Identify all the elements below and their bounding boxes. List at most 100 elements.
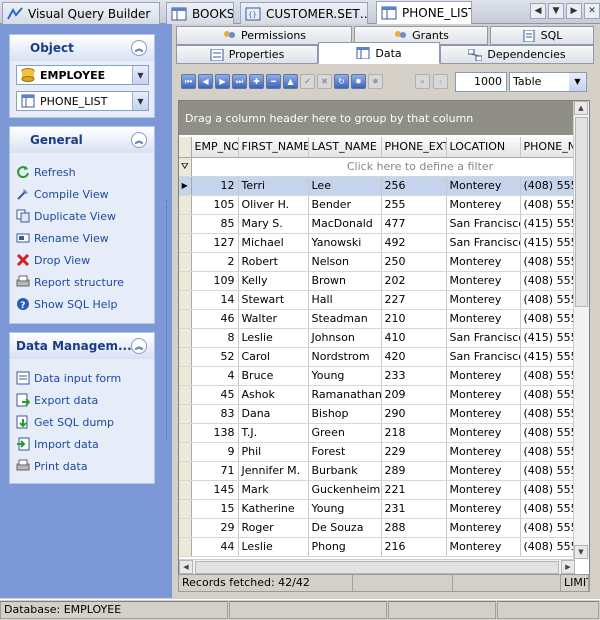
table-cell[interactable]: 138 <box>191 423 239 443</box>
table-cell[interactable]: 290 <box>381 404 447 424</box>
table-cell[interactable]: Stewart <box>238 290 309 310</box>
table-cell[interactable]: (408) 555-1 <box>520 252 575 272</box>
bookmark-button[interactable]: ✸ <box>351 74 366 89</box>
table-cell[interactable]: Burbank <box>308 461 382 481</box>
table-cell[interactable]: Monterey <box>446 309 521 329</box>
chevron-down-icon[interactable]: ▼ <box>132 66 148 84</box>
table-row[interactable]: 44LesliePhong216Monterey(408) 555-1 <box>179 537 575 557</box>
table-cell[interactable]: 256 <box>381 176 447 196</box>
row-indicator[interactable] <box>179 309 192 329</box>
table-cell[interactable]: 29 <box>191 518 239 538</box>
refresh-link[interactable]: Refresh <box>16 163 76 181</box>
table-cell[interactable]: (408) 555-1 <box>520 461 575 481</box>
row-indicator[interactable] <box>179 233 192 253</box>
data-input-form-link[interactable]: Data input form <box>16 369 121 387</box>
table-row[interactable]: 105Oliver H.Bender255Monterey(408) 555-1 <box>179 195 575 215</box>
horizontal-scroll-thumb[interactable] <box>195 561 559 574</box>
show-sql-help-link[interactable]: ? Show SQL Help <box>16 295 118 313</box>
general-group-header[interactable]: General ︽ <box>10 127 154 153</box>
column-header[interactable]: PHONE_EXT <box>381 137 447 158</box>
post-edit-button[interactable]: ✔ <box>300 74 315 89</box>
table-cell[interactable]: 45 <box>191 385 239 405</box>
tab-visual-query-builder[interactable]: Visual Query Builder <box>2 2 160 24</box>
table-cell[interactable]: Roger <box>238 518 309 538</box>
table-row[interactable]: 138T.J.Green218Monterey(408) 555-1 <box>179 423 575 443</box>
refresh-data-button[interactable]: ↻ <box>334 74 349 89</box>
tab-customer-set[interactable]: {} CUSTOMER.SET… <box>240 2 368 24</box>
table-cell[interactable]: Kelly <box>238 271 309 291</box>
horizontal-scrollbar[interactable]: ◀ ▶ <box>179 559 575 575</box>
table-cell[interactable]: Forest <box>308 442 382 462</box>
object-group-header[interactable]: Object ︽ <box>10 35 154 61</box>
table-cell[interactable]: 83 <box>191 404 239 424</box>
table-cell[interactable]: Monterey <box>446 461 521 481</box>
row-indicator[interactable]: ▶ <box>179 176 192 196</box>
table-cell[interactable]: Guckenheimer <box>308 480 382 500</box>
table-cell[interactable]: Monterey <box>446 404 521 424</box>
row-indicator[interactable] <box>179 537 192 557</box>
table-cell[interactable]: 221 <box>381 480 447 500</box>
table-row[interactable]: 46WalterSteadman210Monterey(408) 555-1 <box>179 309 575 329</box>
prev-record-button[interactable]: ◀ <box>198 74 213 89</box>
row-indicator[interactable] <box>179 252 192 272</box>
table-cell[interactable]: Monterey <box>446 195 521 215</box>
table-cell[interactable]: Michael <box>238 233 309 253</box>
table-cell[interactable]: 4 <box>191 366 239 386</box>
duplicate-view-link[interactable]: Duplicate View <box>16 207 116 225</box>
import-data-link[interactable]: Import data <box>16 435 99 453</box>
close-tab-button[interactable]: ✕ <box>584 3 600 19</box>
collapse-icon[interactable]: ︽ <box>131 40 147 56</box>
table-cell[interactable]: Monterey <box>446 271 521 291</box>
table-cell[interactable]: 8 <box>191 328 239 348</box>
table-cell[interactable]: Monterey <box>446 176 521 196</box>
table-cell[interactable]: 227 <box>381 290 447 310</box>
row-indicator[interactable] <box>179 290 192 310</box>
tab-data[interactable]: Data <box>318 42 440 64</box>
table-cell[interactable]: Monterey <box>446 366 521 386</box>
table-row[interactable]: 83DanaBishop290Monterey(408) 555-1 <box>179 404 575 424</box>
table-row[interactable]: 127 Michael Yanowski 492 San Francisco (415) … <box>179 233 575 253</box>
table-cell[interactable]: San Francisco <box>446 214 521 234</box>
table-cell[interactable]: Monterey <box>446 537 521 557</box>
table-cell[interactable]: Monterey <box>446 480 521 500</box>
table-row[interactable]: 15KatherineYoung231Monterey(408) 555-1 <box>179 499 575 519</box>
table-cell[interactable]: Young <box>308 499 382 519</box>
table-cell[interactable]: (408) 555-1 <box>520 442 575 462</box>
table-cell[interactable]: (408) 555-1 <box>520 290 575 310</box>
table-cell[interactable]: 231 <box>381 499 447 519</box>
table-cell[interactable]: 85 <box>191 214 239 234</box>
table-cell[interactable]: Green <box>308 423 382 443</box>
table-cell[interactable]: Walter <box>238 309 309 329</box>
table-cell[interactable]: 109 <box>191 271 239 291</box>
rename-view-link[interactable]: Rename View <box>16 229 109 247</box>
table-cell[interactable]: 105 <box>191 195 239 215</box>
group-by-panel[interactable]: Drag a column header here to group by th… <box>179 101 575 135</box>
scroll-up-icon[interactable]: ▲ <box>574 101 588 115</box>
table-cell[interactable]: 420 <box>381 347 447 367</box>
table-cell[interactable]: 255 <box>381 195 447 215</box>
table-cell[interactable]: Monterey <box>446 499 521 519</box>
table-cell[interactable]: 127 <box>191 233 239 253</box>
first-record-button[interactable]: ⏮ <box>181 74 196 89</box>
row-indicator[interactable] <box>179 518 192 538</box>
scroll-tabs-right-button[interactable]: ▶ <box>566 3 582 19</box>
column-header[interactable]: FIRST_NAME <box>238 137 309 158</box>
column-header[interactable]: EMP_NO <box>191 137 239 158</box>
table-row[interactable]: 85 Mary S. MacDonald 477 San Francisco (415) … <box>179 214 575 234</box>
table-cell[interactable]: 233 <box>381 366 447 386</box>
drop-view-link[interactable]: Drop View <box>16 251 90 269</box>
table-cell[interactable]: 52 <box>191 347 239 367</box>
scroll-left-icon[interactable]: ◀ <box>179 560 193 574</box>
table-cell[interactable]: T.J. <box>238 423 309 443</box>
vertical-scroll-thumb[interactable] <box>575 117 588 307</box>
view-select[interactable]: PHONE_LIST ▼ <box>16 91 149 111</box>
table-cell[interactable]: 209 <box>381 385 447 405</box>
row-indicator[interactable] <box>179 423 192 443</box>
table-cell[interactable]: 15 <box>191 499 239 519</box>
tabs-list-button[interactable]: ▼ <box>548 3 564 19</box>
table-cell[interactable]: Ashok <box>238 385 309 405</box>
view-mode-select[interactable]: Table ▼ <box>509 72 587 92</box>
chevron-down-icon[interactable]: ▼ <box>569 73 586 91</box>
table-cell[interactable]: 71 <box>191 461 239 481</box>
column-header[interactable]: LAST_NAME <box>308 137 382 158</box>
